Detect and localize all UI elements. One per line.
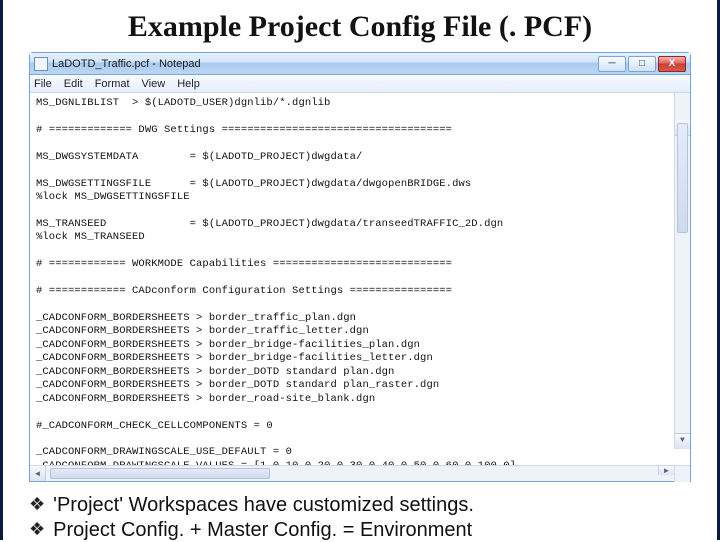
scroll-thumb-vertical[interactable] [677, 123, 688, 233]
maximize-button[interactable]: □ [628, 56, 656, 72]
menu-view[interactable]: View [142, 78, 166, 90]
app-icon [34, 57, 48, 71]
window-title: LaDOTD_Traffic.pcf - Notepad [52, 58, 598, 70]
bullet-list: ❖ 'Project' Workspaces have customized s… [29, 494, 691, 542]
bullet-text: 'Project' Workspaces have customized set… [53, 494, 474, 517]
diamond-bullet-icon: ❖ [29, 519, 45, 541]
vertical-scrollbar[interactable]: ▲ ▼ [674, 93, 690, 449]
notepad-window: LaDOTD_Traffic.pcf - Notepad ─ □ X File … [29, 52, 691, 482]
menu-help[interactable]: Help [177, 78, 200, 90]
titlebar[interactable]: LaDOTD_Traffic.pcf - Notepad ─ □ X [30, 53, 690, 75]
horizontal-scrollbar[interactable]: ◄ ► [30, 465, 690, 481]
menu-edit[interactable]: Edit [64, 78, 83, 90]
close-button[interactable]: X [658, 56, 686, 72]
list-item: ❖ 'Project' Workspaces have customized s… [29, 494, 691, 517]
minimize-button[interactable]: ─ [598, 56, 626, 72]
scroll-right-icon[interactable]: ► [658, 466, 674, 475]
editor-content[interactable]: MS_DGNLIBLIST > $(LADOTD_USER)dgnlib/*.d… [30, 93, 690, 465]
slide-title: Example Project Config File (. PCF) [29, 10, 691, 44]
menu-file[interactable]: File [34, 78, 52, 90]
scroll-thumb-horizontal[interactable] [50, 468, 270, 479]
scroll-corner [674, 466, 690, 482]
scroll-down-icon[interactable]: ▼ [675, 433, 690, 449]
editor-text[interactable]: MS_DGNLIBLIST > $(LADOTD_USER)dgnlib/*.d… [36, 97, 686, 465]
diamond-bullet-icon: ❖ [29, 494, 45, 516]
menubar: File Edit Format View Help [30, 75, 690, 93]
menu-format[interactable]: Format [95, 78, 130, 90]
bullet-text: Project Config. + Master Config. = Envir… [53, 519, 472, 542]
list-item: ❖ Project Config. + Master Config. = Env… [29, 519, 691, 542]
scroll-left-icon[interactable]: ◄ [30, 466, 46, 481]
